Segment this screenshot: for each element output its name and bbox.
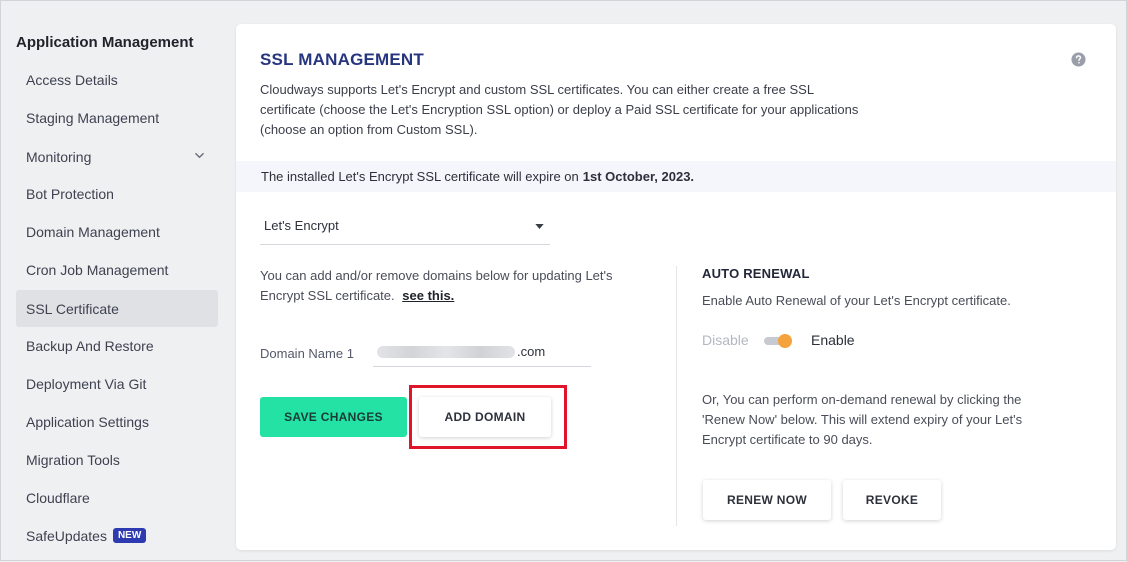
sidebar-item-label: SSL Certificate [26, 300, 119, 317]
sidebar-item-label: Deployment Via Git [26, 375, 147, 392]
save-changes-button[interactable]: SAVE CHANGES [260, 397, 407, 437]
sidebar-item-label: Cloudflare [26, 489, 90, 506]
redacted-domain [377, 345, 515, 358]
caret-down-icon [535, 224, 544, 229]
auto-renewal-title: AUTO RENEWAL [702, 266, 810, 281]
sidebar-item-label: Application Settings [26, 413, 149, 430]
domain-name-label: Domain Name 1 [260, 346, 354, 361]
question-circle-icon[interactable] [1071, 52, 1086, 67]
sidebar-item-label: Monitoring [26, 148, 92, 165]
toggle-disable-label: Disable [702, 332, 749, 348]
domain-suffix: .com [517, 344, 546, 359]
sidebar-item-bot-protection[interactable]: Bot Protection [16, 175, 218, 212]
sidebar-item-safeupdates[interactable]: SafeUpdates NEW [16, 517, 218, 554]
sidebar-item-cron-job-management[interactable]: Cron Job Management [16, 251, 218, 288]
column-divider [676, 266, 677, 526]
sidebar-item-label: Migration Tools [26, 451, 120, 468]
expiry-date: 1st October, 2023. [582, 169, 695, 184]
ssl-type-selected-value: Let's Encrypt [264, 218, 339, 233]
sidebar-item-backup-and-restore[interactable]: Backup And Restore [16, 327, 218, 364]
new-badge: NEW [112, 528, 147, 543]
expiry-text: The installed Let's Encrypt SSL certific… [261, 169, 579, 184]
sidebar-item-label: Bot Protection [26, 185, 114, 202]
sidebar-item-label: Domain Management [26, 223, 160, 240]
sidebar-item-cloudflare[interactable]: Cloudflare [16, 479, 218, 516]
toggle-enable-label: Enable [811, 332, 855, 348]
renew-now-button[interactable]: RENEW NOW [703, 480, 831, 520]
sidebar-item-staging-management[interactable]: Staging Management [16, 99, 218, 136]
sidebar-item-label: SafeUpdates [26, 527, 107, 544]
add-domain-highlight-box [409, 385, 567, 449]
sidebar: Application Management Access Details St… [1, 1, 229, 562]
sidebar-item-label: Access Details [26, 71, 118, 88]
sidebar-item-label: Cron Job Management [26, 261, 169, 278]
expiry-notice: The installed Let's Encrypt SSL certific… [236, 161, 1116, 192]
auto-renewal-toggle[interactable] [764, 334, 794, 348]
see-this-link[interactable]: see this. [402, 288, 454, 303]
sidebar-item-monitoring[interactable]: Monitoring [16, 138, 218, 175]
sidebar-item-deployment-via-git[interactable]: Deployment Via Git [16, 365, 218, 402]
auto-renewal-description: Enable Auto Renewal of your Let's Encryp… [702, 293, 1011, 308]
domains-help-text: You can add and/or remove domains below … [260, 266, 640, 306]
sidebar-title: Application Management [16, 34, 194, 51]
sidebar-item-ssl-certificate[interactable]: SSL Certificate [16, 290, 218, 327]
ssl-management-card: SSL MANAGEMENT Cloudways supports Let's … [236, 24, 1116, 550]
page-title: SSL MANAGEMENT [260, 50, 424, 69]
on-demand-renewal-text: Or, You can perform on-demand renewal by… [702, 392, 1023, 447]
sidebar-item-application-settings[interactable]: Application Settings [16, 403, 218, 440]
ssl-type-select[interactable]: Let's Encrypt [260, 207, 550, 245]
card-description: Cloudways supports Let's Encrypt and cus… [260, 82, 859, 137]
revoke-button[interactable]: REVOKE [843, 480, 941, 520]
toggle-knob [778, 334, 792, 348]
sidebar-item-label: Backup And Restore [26, 337, 154, 354]
sidebar-item-label: Staging Management [26, 109, 160, 126]
chevron-down-icon[interactable] [195, 151, 204, 160]
domain-name-input[interactable]: .com [373, 337, 591, 367]
sidebar-item-migration-tools[interactable]: Migration Tools [16, 441, 218, 478]
sidebar-item-access-details[interactable]: Access Details [16, 61, 218, 98]
sidebar-item-domain-management[interactable]: Domain Management [16, 213, 218, 250]
